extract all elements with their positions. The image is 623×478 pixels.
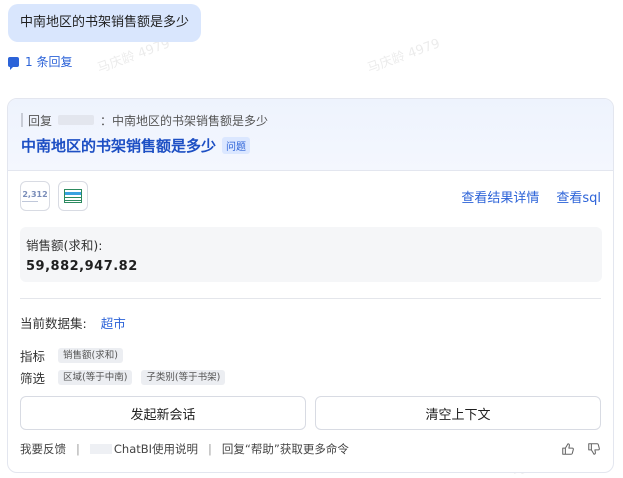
dataset-row: 当前数据集: 超市 [20, 313, 126, 332]
filter-row: 筛选 区域(等于中南) 子类别(等于书架) [20, 367, 234, 387]
comment-icon [8, 56, 19, 70]
table-view-button[interactable] [58, 181, 88, 211]
thumbs-up-icon[interactable] [561, 442, 575, 456]
dataset-label: 当前数据集: [20, 316, 87, 331]
clear-context-button[interactable]: 清空上下文 [315, 396, 601, 430]
number-view-button[interactable]: 2,312 [20, 181, 50, 211]
result-toolbar: 2,312 查看结果详情 查看sql [20, 181, 601, 211]
result-box: 销售额(求和): 59,882,947.82 [20, 227, 602, 282]
new-session-button[interactable]: 发起新会话 [20, 396, 306, 430]
question-tag: 问题 [222, 137, 251, 154]
separator: | [208, 442, 212, 456]
filter-chip: 子类别(等于书架) [141, 369, 226, 385]
action-buttons: 发起新会话 清空上下文 [20, 396, 601, 430]
thumbs-down-icon[interactable] [587, 442, 601, 456]
reply-reference: 回复 ：中南地区的书架销售额是多少 [21, 113, 600, 128]
redacted-username [58, 115, 95, 125]
feedback-link[interactable]: 我要反馈 [20, 441, 66, 457]
result-value: 59,882,947.82 [26, 259, 138, 274]
metrics-row: 指标 销售额(求和) [20, 345, 234, 365]
metric-chip: 销售额(求和) [58, 347, 123, 363]
card-footer: 我要反馈 | ChatBI使用说明 | 回复“帮助”获取更多命令 [20, 441, 601, 457]
filter-chip: 区域(等于中南) [58, 369, 133, 385]
help-hint: 回复“帮助”获取更多命令 [221, 442, 349, 456]
guide-link[interactable]: ChatBI使用说明 [114, 441, 198, 457]
reply-count-link[interactable]: 1 条回复 [8, 53, 72, 70]
reply-to-text: ：中南地区的书架销售额是多少 [100, 113, 269, 128]
query-conditions: 指标 销售额(求和) 筛选 区域(等于中南) 子类别(等于书架) [20, 345, 234, 389]
reply-count-label: 1 条回复 [25, 55, 73, 69]
redacted-text [89, 444, 112, 454]
filter-label: 筛选 [20, 370, 46, 386]
view-details-link[interactable]: 查看结果详情 [461, 187, 539, 206]
number-card-icon: 2,312 [22, 189, 48, 202]
reply-prefix: 回复 [28, 113, 53, 128]
result-label: 销售额(求和): [26, 238, 103, 253]
separator: | [76, 442, 80, 456]
divider [20, 298, 601, 299]
card-header: 回复 ：中南地区的书架销售额是多少 中南地区的书架销售额是多少 问题 [8, 99, 613, 171]
table-icon [64, 189, 82, 203]
number-icon-text: 2,312 [22, 189, 48, 199]
user-message-bubble: 中南地区的书架销售额是多少 [8, 4, 202, 42]
card-title: 中南地区的书架销售额是多少 [21, 137, 217, 155]
metrics-label: 指标 [20, 348, 46, 364]
watermark: 马庆龄 4979 [365, 36, 443, 77]
view-sql-link[interactable]: 查看sql [556, 187, 601, 206]
answer-card: 回复 ：中南地区的书架销售额是多少 中南地区的书架销售额是多少 问题 2,312… [7, 98, 614, 473]
dataset-link[interactable]: 超市 [101, 313, 126, 332]
